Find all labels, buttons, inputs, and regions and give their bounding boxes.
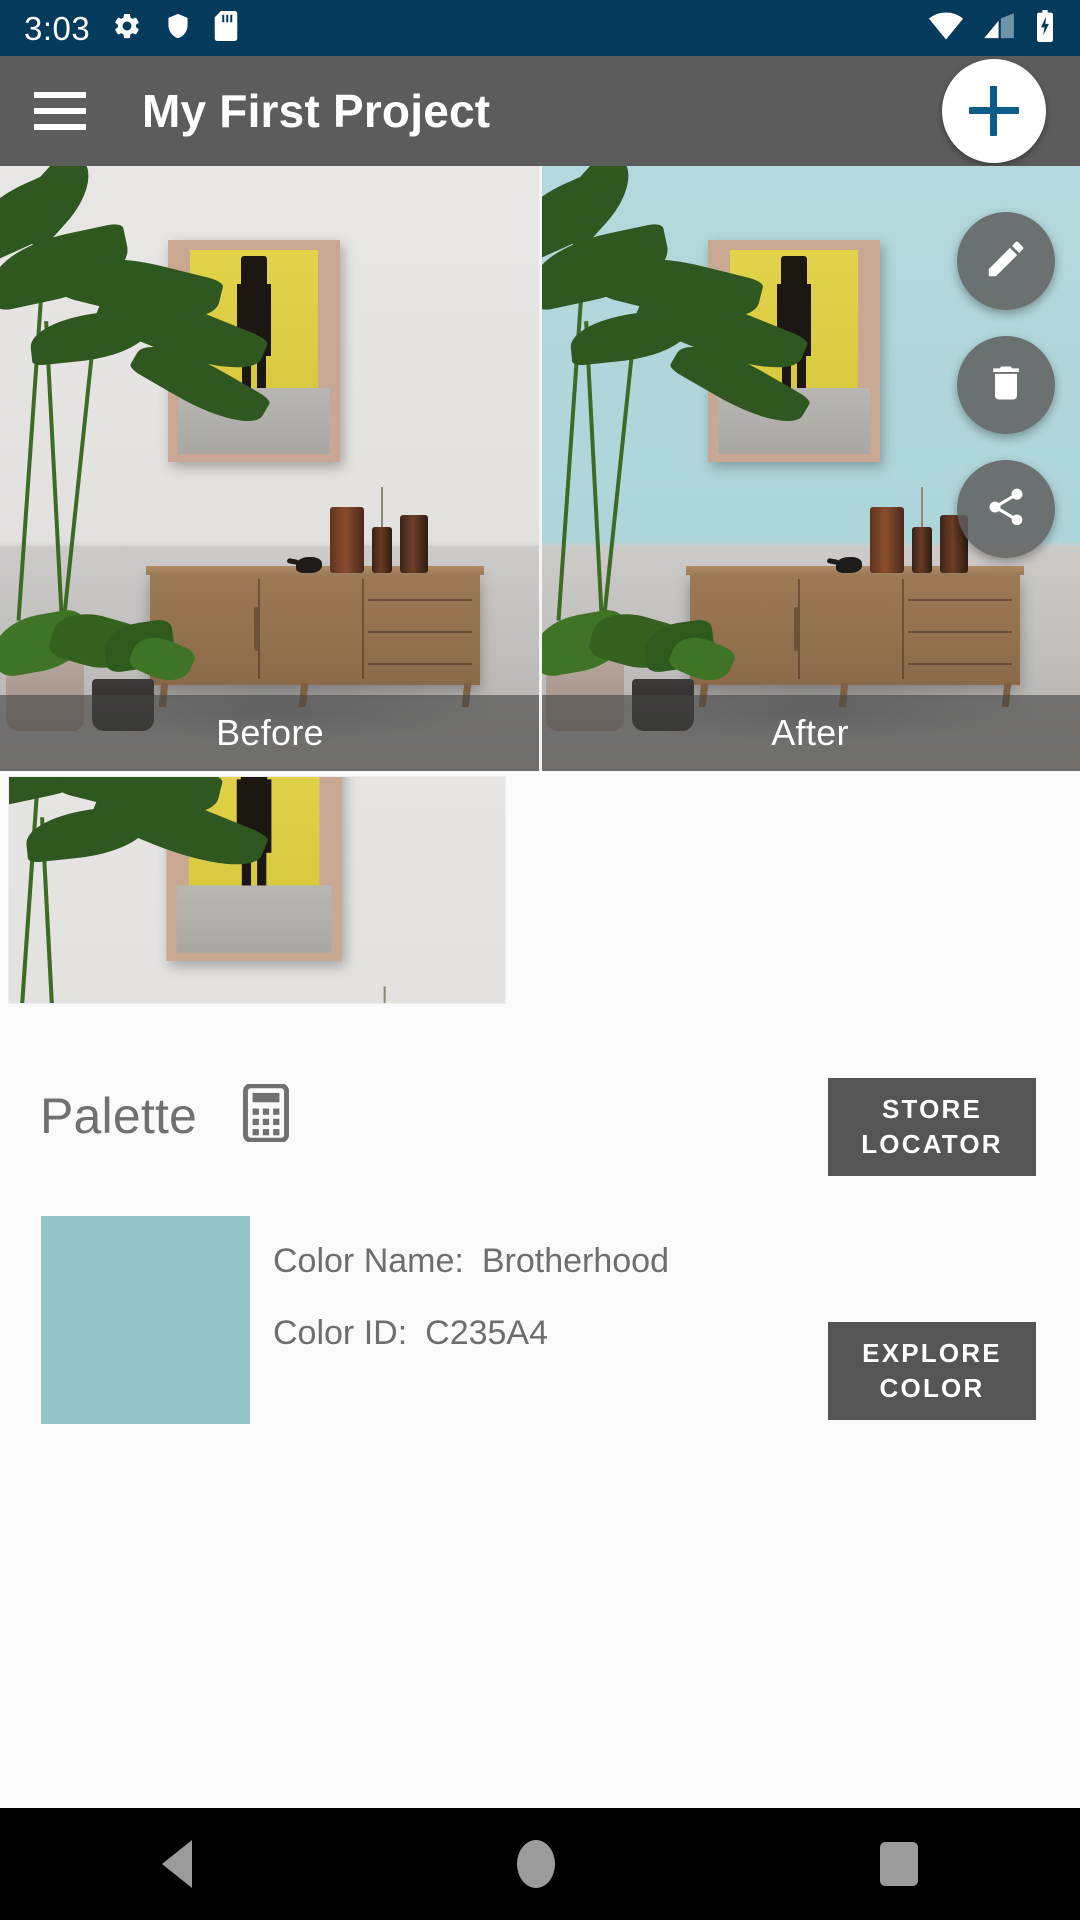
thumbnail-strip	[0, 771, 1080, 1011]
gear-icon	[112, 11, 142, 46]
explore-color-line2: COLOR	[879, 1373, 985, 1403]
share-icon	[984, 485, 1028, 534]
store-locator-button[interactable]: STORE LOCATOR	[828, 1078, 1036, 1176]
thumbnail-item[interactable]	[8, 776, 506, 1004]
pane-divider	[539, 166, 542, 771]
status-bar-left: 3:03	[24, 9, 238, 47]
after-label-bar: After	[540, 695, 1080, 771]
palette-title: Palette	[40, 1087, 198, 1144]
plus-icon	[969, 86, 1019, 136]
app-bar: My First Project	[0, 56, 1080, 166]
before-pane[interactable]: Before	[0, 166, 540, 771]
trash-icon	[984, 361, 1028, 410]
share-button[interactable]	[957, 460, 1055, 558]
image-action-buttons	[957, 212, 1055, 558]
palette-header: Palette	[40, 1083, 290, 1147]
cellular-signal-icon	[982, 11, 1016, 46]
status-bar: 3:03	[0, 0, 1080, 56]
color-id-row: Color ID: C235A4	[273, 1316, 669, 1350]
store-locator-line1: STORE	[881, 1094, 983, 1125]
color-name-row: Color Name: Brotherhood	[273, 1244, 669, 1278]
before-label-bar: Before	[0, 695, 540, 771]
shield-icon	[164, 11, 192, 46]
app-root: 3:03 My First Project Before After Palet…	[0, 0, 1080, 1920]
after-label: After	[771, 712, 849, 753]
wifi-icon	[928, 11, 964, 46]
color-id-value: C235A4	[425, 1314, 549, 1352]
delete-button[interactable]	[957, 336, 1055, 434]
back-triangle-icon[interactable]	[162, 1840, 193, 1888]
add-button[interactable]	[942, 59, 1046, 163]
calculator-icon[interactable]	[243, 1083, 290, 1147]
before-label: Before	[216, 712, 324, 753]
page-title: My First Project	[142, 85, 491, 137]
explore-color-button[interactable]: EXPLORE COLOR	[828, 1322, 1036, 1420]
color-name-value: Brotherhood	[481, 1242, 669, 1280]
status-bar-right	[928, 9, 1056, 47]
before-after-comparison: Before After	[0, 166, 1080, 771]
store-locator-line2: LOCATOR	[861, 1129, 1003, 1159]
pencil-icon	[983, 236, 1029, 287]
recents-square-icon[interactable]	[879, 1842, 918, 1886]
android-navigation-bar	[0, 1808, 1080, 1920]
color-id-label: Color ID:	[273, 1314, 408, 1352]
edit-button[interactable]	[957, 212, 1055, 310]
status-bar-clock: 3:03	[24, 9, 91, 47]
sd-card-icon	[214, 10, 238, 46]
explore-color-line1: EXPLORE	[862, 1338, 1002, 1369]
hamburger-menu-icon[interactable]	[34, 92, 86, 130]
color-name-label: Color Name:	[273, 1242, 464, 1280]
color-info: Color Name: Brotherhood Color ID: C235A4	[273, 1244, 669, 1388]
color-swatch[interactable]	[41, 1216, 250, 1424]
home-circle-icon[interactable]	[516, 1840, 555, 1888]
battery-charging-icon	[1034, 9, 1056, 47]
